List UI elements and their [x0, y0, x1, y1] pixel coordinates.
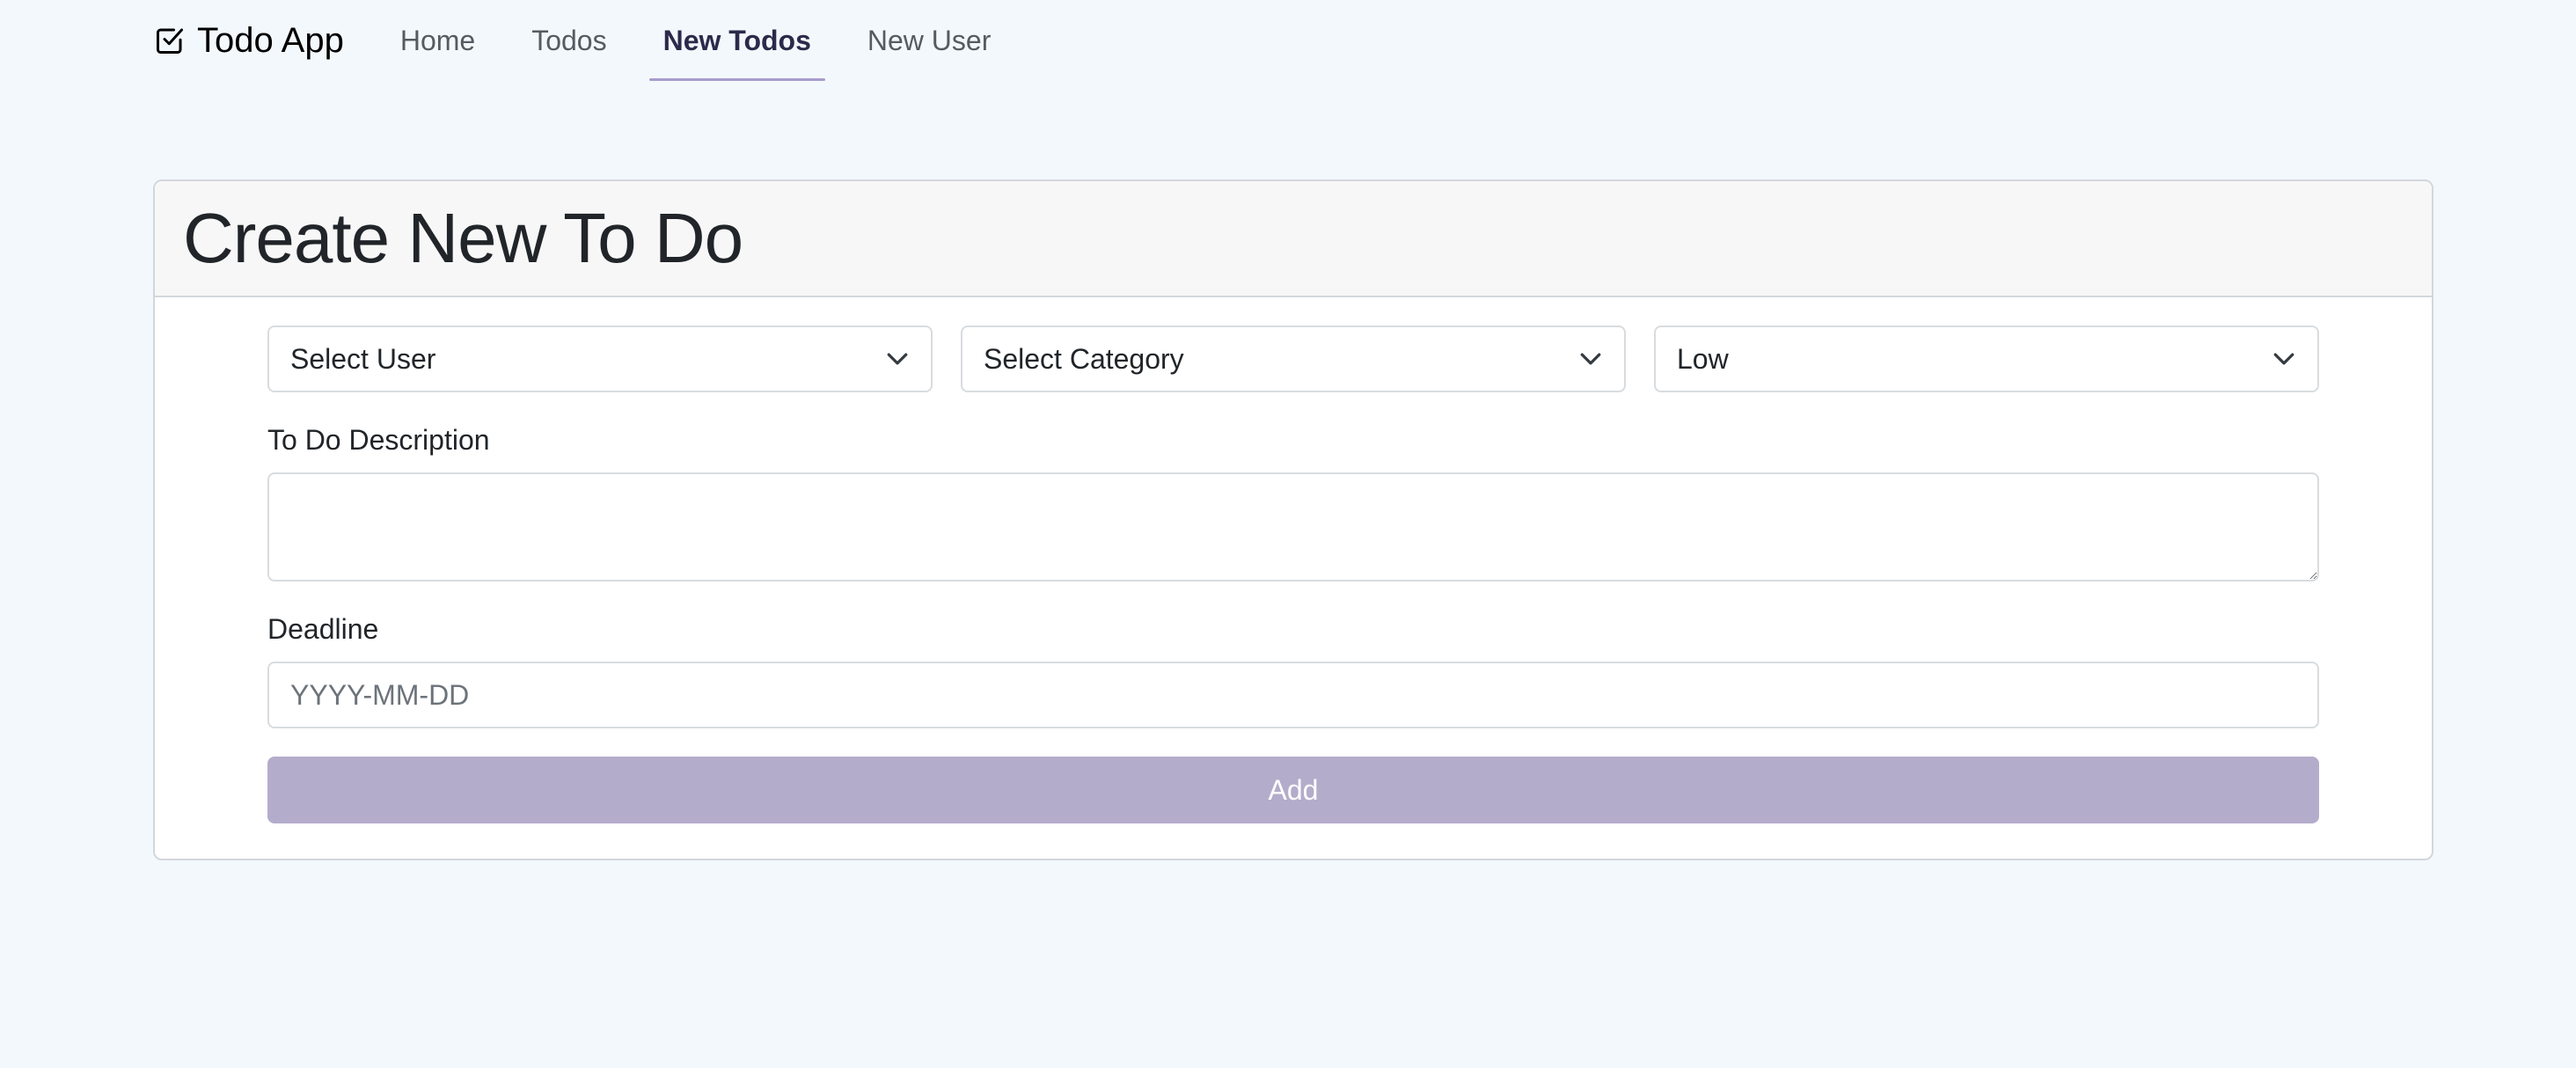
category-select[interactable]: Select Category [961, 326, 1626, 392]
deadline-input[interactable] [267, 662, 2319, 728]
navbar: Todo App Home Todos New Todos New User [153, 0, 1033, 81]
description-textarea[interactable] [267, 472, 2319, 582]
brand[interactable]: Todo App [153, 0, 344, 81]
nav-item-new-user[interactable]: New User [853, 0, 1005, 81]
brand-title: Todo App [197, 21, 344, 60]
chevron-down-icon [2272, 347, 2296, 371]
priority-select[interactable]: Low [1654, 326, 2319, 392]
page-title: Create New To Do [183, 199, 743, 277]
nav-item-todos[interactable]: Todos [517, 0, 620, 81]
card-body: Select User Select Category Low To Do De… [155, 297, 2432, 823]
select-row: Select User Select Category Low [267, 326, 2319, 392]
nav-items: Home Todos New Todos New User [386, 0, 1034, 81]
user-select-value: Select User [290, 342, 436, 375]
chevron-down-icon [1578, 347, 1603, 371]
deadline-label: Deadline [267, 613, 379, 645]
check-square-icon [153, 24, 187, 57]
add-button[interactable]: Add [267, 757, 2319, 823]
nav-item-home[interactable]: Home [386, 0, 489, 81]
user-select[interactable]: Select User [267, 326, 933, 392]
chevron-down-icon [885, 347, 910, 371]
priority-select-value: Low [1677, 342, 1729, 375]
description-label: To Do Description [267, 424, 490, 456]
card-header: Create New To Do [155, 181, 2432, 297]
category-select-value: Select Category [984, 342, 1184, 375]
nav-item-new-todos[interactable]: New Todos [648, 0, 826, 81]
create-todo-card: Create New To Do Select User Select Cate… [153, 179, 2433, 860]
